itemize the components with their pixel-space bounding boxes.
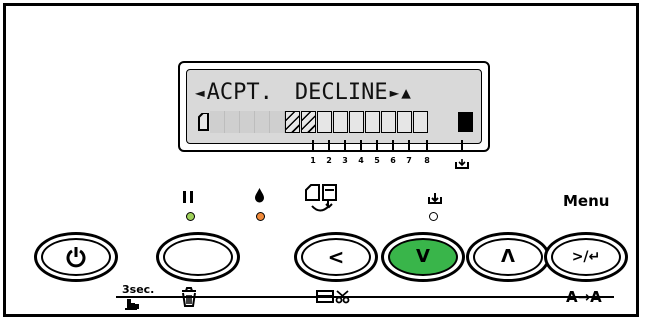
lcd-slot-3 [317, 111, 332, 133]
lcd-option-accept: ACPT. [206, 79, 273, 105]
lcd-left-arrow: ◄ [195, 82, 205, 102]
lcd-option-decline: DECLINE [294, 79, 388, 105]
bottom-divider [116, 296, 614, 298]
lcd-slot-5 [349, 111, 364, 133]
lcd-ticks: 1 2 3 4 5 6 7 8 [306, 140, 486, 169]
tick-label-4: 4 [358, 156, 364, 165]
lcd-screen: ◄ ACPT. DECLINE ► ▲ [186, 69, 482, 144]
menu-label: Menu [563, 192, 610, 210]
paper-source-icon [303, 184, 339, 226]
tick-label-6: 6 [390, 156, 396, 165]
lcd-up-arrow: ▲ [401, 82, 411, 102]
ink-drop-icon [254, 187, 265, 207]
lcd-slot-8 [397, 111, 412, 133]
ink-led [256, 212, 265, 221]
paper-feed-led [429, 212, 438, 221]
lcd-slot-7 [381, 111, 396, 133]
lcd-line-2 [195, 110, 473, 134]
paper-feed-icon [427, 192, 443, 211]
lcd-line-1: ◄ ACPT. DECLINE ► ▲ [195, 79, 473, 105]
power-button[interactable] [34, 232, 118, 282]
down-ok-button[interactable]: V [381, 232, 465, 282]
cut-icon [315, 288, 353, 310]
lcd-display: ◄ ACPT. DECLINE ► ▲ [178, 61, 490, 152]
lcd-slot-2 [301, 111, 316, 133]
up-button[interactable]: Λ [466, 232, 550, 282]
lcd-slot-9 [413, 111, 428, 133]
lcd-slot-1 [285, 111, 300, 133]
tick-label-5: 5 [374, 156, 380, 165]
power-icon [66, 247, 86, 268]
tick-label-2: 2 [326, 156, 332, 165]
menu-button[interactable]: >/↵ [544, 232, 628, 282]
tick-label-1: 1 [310, 156, 316, 165]
lcd-slot-bar [285, 111, 429, 133]
lcd-slot-4 [333, 111, 348, 133]
lcd-black-cell [458, 112, 473, 132]
hand-press-icon [124, 295, 146, 314]
lcd-right-arrow: ► [389, 82, 400, 102]
printer-control-panel: ◄ ACPT. DECLINE ► ▲ 1 2 3 4 5 6 7 8 Menu… [3, 3, 639, 317]
pause-icon [182, 189, 194, 208]
lcd-paper-icon [195, 111, 210, 133]
pause-button[interactable] [156, 232, 240, 282]
pause-led [186, 212, 195, 221]
tick-label-8: 8 [424, 156, 430, 165]
trash-icon [180, 287, 198, 311]
tick-label-3: 3 [342, 156, 348, 165]
maintenance-tank-icon [455, 154, 469, 173]
lcd-slot-6 [365, 111, 380, 133]
tick-label-7: 7 [406, 156, 412, 165]
left-button[interactable]: < [294, 232, 378, 282]
